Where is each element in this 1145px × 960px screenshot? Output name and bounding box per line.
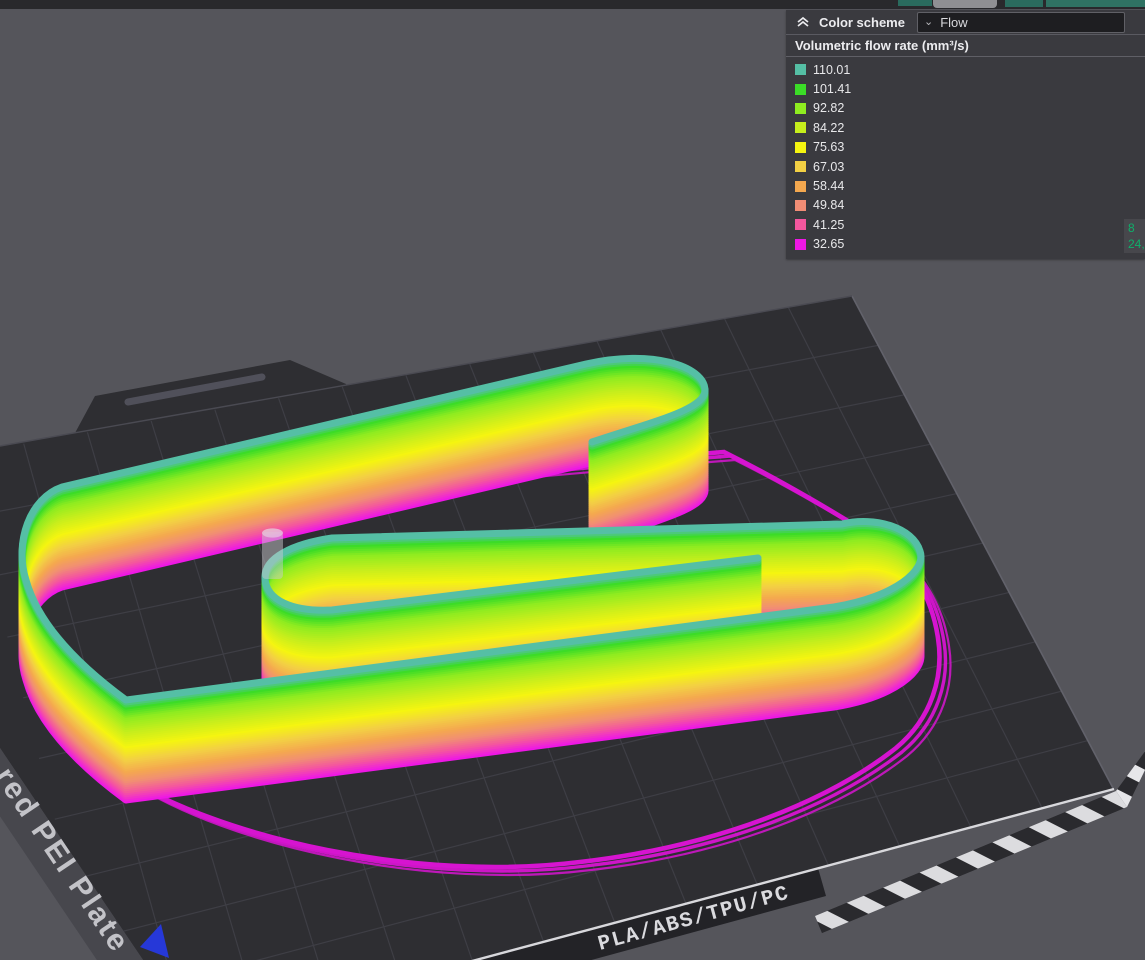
legend-item: 41.25 — [795, 215, 1145, 234]
legend-header: Color scheme ⌄ Flow — [786, 10, 1145, 34]
legend-value: 101.41 — [813, 82, 851, 96]
legend-value: 75.63 — [813, 140, 844, 154]
legend-value: 32.65 — [813, 237, 844, 251]
legend-swatch — [795, 122, 806, 133]
slicer-preview-window: PLA/ABS/TPU/PC red PEI Plate Color schem… — [0, 0, 1145, 960]
prime-post — [262, 528, 283, 579]
legend-swatch — [795, 84, 806, 95]
legend-item: 110.01 — [795, 60, 1145, 79]
legend-value: 58.44 — [813, 179, 844, 193]
color-scheme-label: Color scheme — [819, 15, 905, 30]
legend-value: 92.82 — [813, 101, 844, 115]
legend-swatch — [795, 219, 806, 230]
toolbar-button-remnant-icon[interactable] — [1046, 0, 1145, 7]
legend-item: 58.44 — [795, 176, 1145, 195]
color-scheme-dropdown[interactable]: ⌄ Flow — [917, 12, 1125, 33]
collapse-chevron-icon[interactable] — [795, 14, 811, 30]
toolbar-button-remnant-icon[interactable] — [898, 0, 932, 6]
legend-value: 41.25 — [813, 218, 844, 232]
legend-item: 92.82 — [795, 99, 1145, 118]
top-toolbar-remnant — [0, 0, 1145, 9]
legend-value: 110.01 — [813, 63, 850, 77]
legend-swatch — [795, 239, 806, 250]
color-scheme-value: Flow — [940, 15, 967, 30]
legend-panel: Color scheme ⌄ Flow Volumetric flow rate… — [786, 10, 1145, 259]
chevron-down-icon: ⌄ — [924, 17, 933, 28]
legend-value: 84.22 — [813, 121, 844, 135]
legend-swatch — [795, 64, 806, 75]
legend-value: 67.03 — [813, 160, 844, 174]
estimate-info-box: 8 24, — [1124, 219, 1145, 253]
legend-value: 49.84 — [813, 198, 844, 212]
legend-swatch — [795, 200, 806, 211]
toolbar-button-remnant-icon[interactable] — [1005, 0, 1043, 7]
legend-item: 84.22 — [795, 118, 1145, 137]
legend-swatch — [795, 103, 806, 114]
legend-item: 67.03 — [795, 157, 1145, 176]
legend-rows: 110.01 101.41 92.82 84.22 75.63 67.03 58.44 49.… — [786, 57, 1145, 259]
legend-swatch — [795, 142, 806, 153]
legend-item: 49.84 — [795, 196, 1145, 215]
legend-item: 75.63 — [795, 138, 1145, 157]
toolbar-button-remnant-icon[interactable] — [933, 0, 997, 8]
info-line: 24, — [1128, 236, 1145, 252]
legend-item: 101.41 — [795, 79, 1145, 98]
info-line: 8 — [1128, 220, 1145, 236]
legend-swatch — [795, 161, 806, 172]
legend-item: 32.65 — [795, 235, 1145, 254]
legend-swatch — [795, 181, 806, 192]
legend-title: Volumetric flow rate (mm³/s) — [786, 34, 1145, 57]
